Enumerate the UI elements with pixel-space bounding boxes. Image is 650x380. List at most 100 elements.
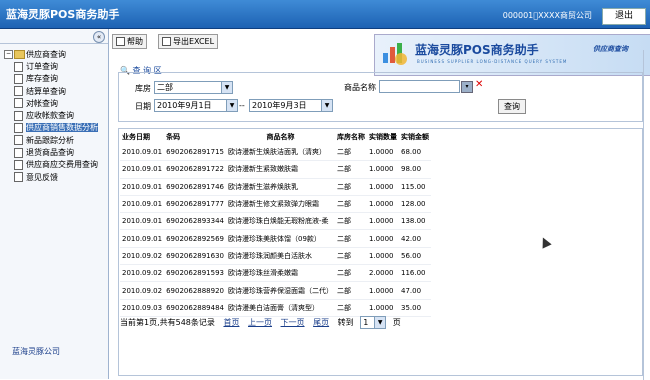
col-header-barcode[interactable]: 条码 <box>164 130 226 144</box>
col-header-product[interactable]: 商品名称 <box>226 130 335 144</box>
document-icon <box>14 98 23 109</box>
cell-store: 二部 <box>335 264 367 283</box>
last-page-link[interactable]: 尾页 <box>313 318 329 327</box>
cell-product: 欧诗漫珍珠润颜美白活肤水 <box>226 247 335 266</box>
page-select[interactable]: 1 ▼ <box>360 316 387 329</box>
sidebar-item-new-product-tracking[interactable]: 新品跟踪分析 <box>4 135 108 147</box>
cell-date: 2010.09.02 <box>120 247 165 266</box>
cell-date: 2010.09.02 <box>120 264 165 283</box>
col-header-store[interactable]: 库房名称 <box>335 130 367 144</box>
date-separator: -- <box>239 101 245 110</box>
cell-qty: 1.0000 <box>367 299 399 317</box>
cell-qty: 1.0000 <box>367 144 399 162</box>
collapse-sidebar-icon[interactable]: « <box>93 31 105 43</box>
sidebar-item-receivables[interactable]: 应收帐款查询 <box>4 110 108 122</box>
sidebar-item-settlement[interactable]: 结算单查询 <box>4 86 108 98</box>
sidebar-item-label: 供应商应交费用查询 <box>26 160 98 170</box>
collapse-toggle-icon[interactable]: − <box>4 50 13 59</box>
export-excel-button[interactable]: 导出EXCEL <box>158 34 219 49</box>
table-row[interactable]: 2010.09.01 6902062891715 欧诗漫新生焕肤洁面乳（清爽） 二部 1… <box>120 144 431 162</box>
results-table: 业务日期 条码 商品名称 库房名称 实销数量 实销金额 2010.09.01 69… <box>120 130 431 317</box>
cell-barcode: 6902062889484 <box>164 299 226 317</box>
cell-product: 欧诗漫新生滋养焕肤乳 <box>226 178 335 196</box>
document-icon <box>14 73 23 84</box>
sidebar-item-orders[interactable]: 订单查询 <box>4 61 108 73</box>
cell-store: 二部 <box>335 144 367 162</box>
store-select[interactable]: 二部 ▼ <box>154 81 233 94</box>
cell-barcode: 6902062891630 <box>164 247 226 266</box>
sidebar-item-inventory[interactable]: 库存查询 <box>4 73 108 85</box>
product-banner: 蓝海灵豚POS商务助手 供应商查询 BUSINESS SUPPLIER LONG… <box>374 34 650 76</box>
date-to-input[interactable]: 2010年9月3日 ▼ <box>249 99 333 112</box>
prev-page-link[interactable]: 上一页 <box>248 318 272 327</box>
store-value: 二部 <box>157 83 173 92</box>
help-label: 帮助 <box>127 37 143 46</box>
cell-barcode: 6902062891715 <box>164 144 226 162</box>
table-row[interactable]: 2010.09.02 6902062891593 欧诗漫珍珠丝滑柔嫩霜 二部 2.000… <box>120 264 431 283</box>
cell-date: 2010.09.01 <box>120 160 165 179</box>
table-row[interactable]: 2010.09.01 6902062892569 欧诗漫珍珠美肤体馏（09款） 二部 1… <box>120 229 431 248</box>
document-icon <box>14 135 23 146</box>
next-page-link[interactable]: 下一页 <box>281 318 305 327</box>
cell-amount: 116.00 <box>399 264 431 283</box>
cell-amount: 138.00 <box>399 212 431 231</box>
sidebar-item-feedback[interactable]: 意见反馈 <box>4 172 108 184</box>
cell-barcode: 6902062891746 <box>164 178 226 196</box>
date-label: 日期 <box>135 102 151 111</box>
page-suffix: 页 <box>392 318 401 327</box>
cell-amount: 42.00 <box>399 229 431 248</box>
chevron-down-icon: ▼ <box>374 317 386 328</box>
logout-button[interactable]: 退出 <box>602 8 646 25</box>
cell-date: 2010.09.01 <box>120 178 165 196</box>
sidebar-item-fees[interactable]: 供应商应交费用查询 <box>4 159 108 171</box>
clear-icon[interactable]: ✕ <box>475 80 483 90</box>
first-page-link[interactable]: 首页 <box>223 318 239 327</box>
divider <box>0 43 108 44</box>
chevron-down-icon: ▼ <box>221 82 232 93</box>
table-row[interactable]: 2010.09.01 6902062891746 欧诗漫新生滋养焕肤乳 二部 1.000… <box>120 178 431 196</box>
sidebar-item-label: 供应商销售数据分析 <box>26 123 98 133</box>
cell-qty: 2.0000 <box>367 264 399 283</box>
table-row[interactable]: 2010.09.01 6902062891722 欧诗漫新生紧致嫩肤霜 二部 1.000… <box>120 160 431 179</box>
cell-date: 2010.09.01 <box>120 229 165 248</box>
col-header-qty[interactable]: 实销数量 <box>367 130 399 144</box>
cell-store: 二部 <box>335 247 367 266</box>
product-name-input[interactable] <box>379 80 460 93</box>
cell-date: 2010.09.01 <box>120 144 165 162</box>
cell-amount: 35.00 <box>399 299 431 317</box>
panel-border <box>643 50 644 380</box>
table-row[interactable]: 2010.09.02 6902062891630 欧诗漫珍珠润颜美白活肤水 二部 1.0… <box>120 247 431 266</box>
sidebar: « − 供应商查询 订单查询 库存查询 结算单查询 对帐查询 应收帐款查询 供应商… <box>0 29 109 379</box>
search-button[interactable]: 查询 <box>498 99 526 114</box>
calendar-dropdown-icon: ▼ <box>321 100 332 111</box>
cell-amount: 56.00 <box>399 247 431 266</box>
table-row[interactable]: 2010.09.01 6902062893344 欧诗漫珍珠白焕能无瑕粉底液-柔 二部… <box>120 212 431 231</box>
sidebar-item-sales-analysis[interactable]: 供应商销售数据分析 <box>4 122 108 134</box>
cell-barcode: 6902062888920 <box>164 281 226 300</box>
sidebar-item-reconciliation[interactable]: 对帐查询 <box>4 98 108 110</box>
cell-amount: 68.00 <box>399 144 431 162</box>
cell-barcode: 6902062893344 <box>164 212 226 231</box>
cell-barcode: 6902062891777 <box>164 195 226 214</box>
cell-product: 欧诗漫新生紧致嫩肤霜 <box>226 160 335 179</box>
company-name: 000001 XXXX商贸公司 <box>502 11 592 20</box>
sidebar-item-returns[interactable]: 退货商品查询 <box>4 147 108 159</box>
cell-store: 二部 <box>335 229 367 248</box>
cell-product: 欧诗漫珍珠营养保湿面霜（二代） <box>226 281 335 300</box>
table-row[interactable]: 2010.09.03 6902062889484 欧诗漫美白洁面膏（清爽型） 二部 1.… <box>120 299 431 317</box>
col-header-date[interactable]: 业务日期 <box>120 130 164 144</box>
cell-amount: 115.00 <box>399 178 431 196</box>
cell-date: 2010.09.03 <box>120 299 165 317</box>
table-row[interactable]: 2010.09.02 6902062888920 欧诗漫珍珠营养保湿面霜（二代） 二部… <box>120 281 431 300</box>
cell-qty: 1.0000 <box>367 160 399 179</box>
sidebar-item-label: 结算单查询 <box>26 86 66 96</box>
cell-product: 欧诗漫新生修文紧致弹力眼霜 <box>226 195 335 214</box>
pick-product-icon[interactable]: ▾ <box>461 81 473 93</box>
goto-label: 转到 <box>337 318 354 327</box>
cell-product: 欧诗漫珍珠丝滑柔嫩霜 <box>226 264 335 283</box>
col-header-amount[interactable]: 实销金额 <box>399 130 431 144</box>
help-button[interactable]: 帮助 <box>112 34 147 49</box>
date-from-input[interactable]: 2010年9月1日 ▼ <box>154 99 238 112</box>
tree-root-supplier-query[interactable]: − 供应商查询 <box>4 49 108 61</box>
table-row[interactable]: 2010.09.01 6902062891777 欧诗漫新生修文紧致弹力眼霜 二部 1.… <box>120 195 431 214</box>
